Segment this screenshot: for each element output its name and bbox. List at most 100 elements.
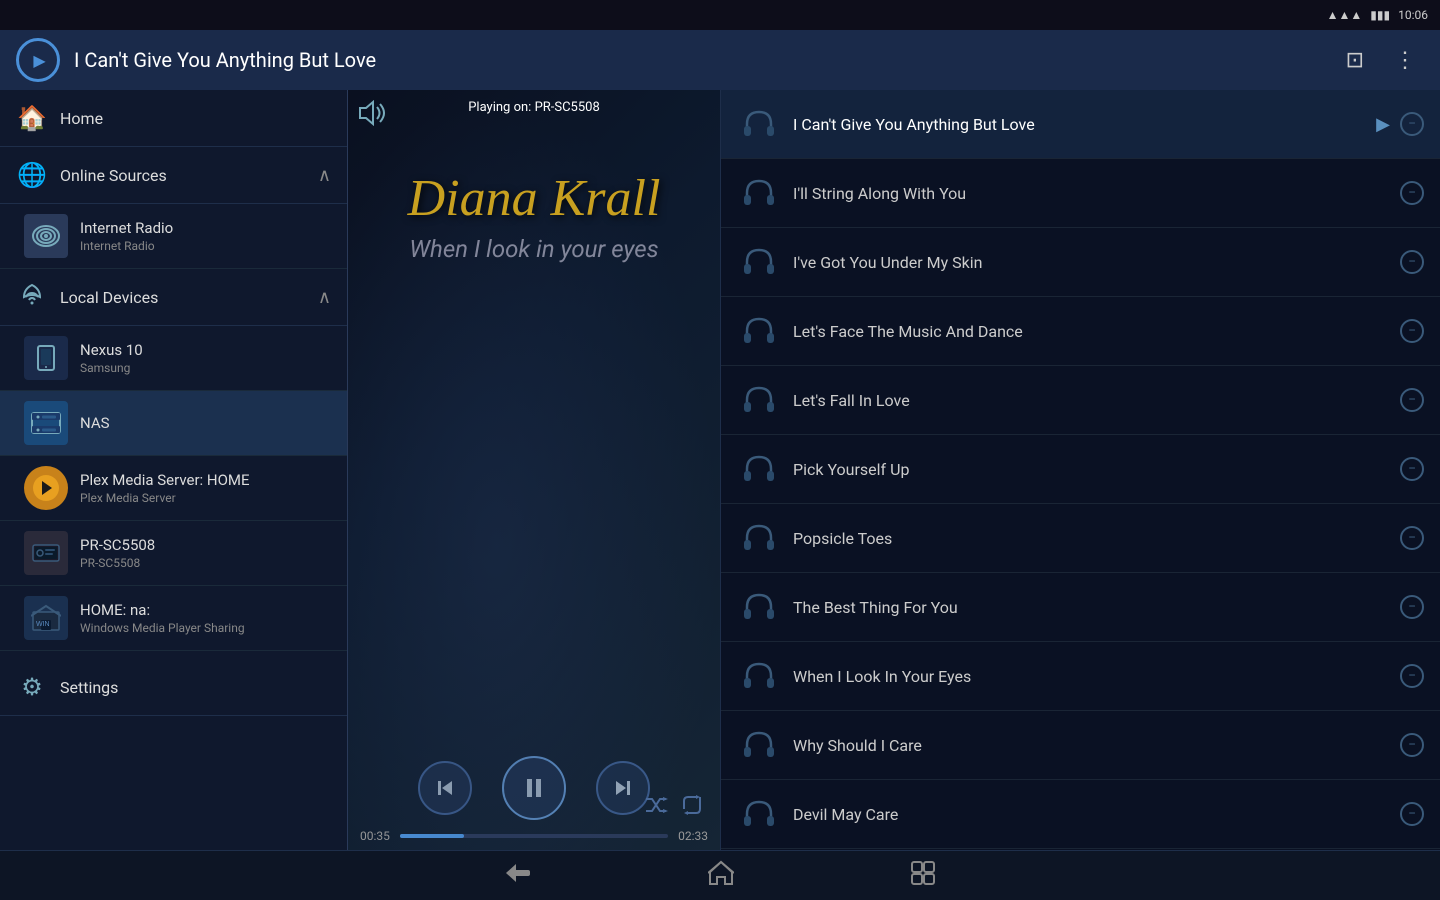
song-item-10[interactable]: Devil May Care− xyxy=(721,780,1440,849)
song-title-7: The Best Thing For You xyxy=(793,598,1388,617)
sidebar-item-nexus10[interactable]: Nexus 10 Samsung xyxy=(0,326,347,391)
song-remove-btn-5[interactable]: − xyxy=(1400,457,1424,481)
headphones-icon-9 xyxy=(737,723,781,767)
song-title-9: Why Should I Care xyxy=(793,736,1388,755)
song-remove-btn-2[interactable]: − xyxy=(1400,250,1424,274)
player-area: Playing on: PR-SC5508 Diana Krall When I… xyxy=(348,90,720,850)
settings-icon: ⚙ xyxy=(16,673,48,701)
headphones-icon-4 xyxy=(737,378,781,422)
song-actions-0: ▶− xyxy=(1376,112,1424,136)
song-remove-btn-6[interactable]: − xyxy=(1400,526,1424,550)
local-devices-chevron: ∧ xyxy=(318,287,331,308)
song-title-3: Let's Face The Music And Dance xyxy=(793,322,1388,341)
headphones-icon-1 xyxy=(737,171,781,215)
song-actions-2: − xyxy=(1400,250,1424,274)
song-remove-btn-7[interactable]: − xyxy=(1400,595,1424,619)
nexus10-icon xyxy=(24,336,68,380)
internet-radio-icon xyxy=(24,214,68,258)
svg-text:WIN: WIN xyxy=(36,621,50,628)
song-title-10: Devil May Care xyxy=(793,805,1388,824)
song-list: I Can't Give You Anything But Love▶− I'l… xyxy=(720,90,1440,850)
sidebar-item-internet-radio[interactable]: Internet Radio Internet Radio xyxy=(0,204,347,269)
song-item-7[interactable]: The Best Thing For You− xyxy=(721,573,1440,642)
plex-text: Plex Media Server: HOME Plex Media Serve… xyxy=(80,471,331,505)
sidebar-item-plex[interactable]: Plex Media Server: HOME Plex Media Serve… xyxy=(0,456,347,521)
headphones-icon-8 xyxy=(737,654,781,698)
prsc5508-icon xyxy=(24,531,68,575)
sidebar-item-settings[interactable]: ⚙ Settings xyxy=(0,659,347,716)
song-remove-btn-3[interactable]: − xyxy=(1400,319,1424,343)
online-sources-label: Online Sources xyxy=(60,166,306,185)
song-item-6[interactable]: Popsicle Toes− xyxy=(721,504,1440,573)
back-button[interactable] xyxy=(496,854,540,898)
song-title-1: I'll String Along With You xyxy=(793,184,1388,203)
main-layout: 🏠 Home 🌐 Online Sources ∧ Internet Radio… xyxy=(0,90,1440,850)
song-item-1[interactable]: I'll String Along With You− xyxy=(721,159,1440,228)
sidebar-item-local-devices[interactable]: Local Devices ∧ xyxy=(0,269,347,326)
status-bar: ▲▲▲ ▮▮▮ 10:06 xyxy=(0,0,1440,30)
song-title-4: Let's Fall In Love xyxy=(793,391,1388,410)
now-playing-title: I Can't Give You Anything But Love xyxy=(74,48,1324,72)
song-item-11[interactable]: Do It Again− xyxy=(721,849,1440,850)
song-actions-3: − xyxy=(1400,319,1424,343)
song-item-2[interactable]: I've Got You Under My Skin− xyxy=(721,228,1440,297)
wifi-icon: ▲▲▲ xyxy=(1327,8,1363,22)
song-item-8[interactable]: When I Look In Your Eyes− xyxy=(721,642,1440,711)
prsc5508-text: PR-SC5508 PR-SC5508 xyxy=(80,536,331,570)
sidebar-item-home[interactable]: 🏠 Home xyxy=(0,90,347,147)
song-actions-8: − xyxy=(1400,664,1424,688)
time-display: 10:06 xyxy=(1398,8,1428,22)
menu-icon[interactable]: ⋮ xyxy=(1386,44,1424,77)
song-item-0[interactable]: I Can't Give You Anything But Love ▶− xyxy=(721,90,1440,159)
plex-icon xyxy=(24,466,68,510)
artist-name: Diana Krall xyxy=(348,170,720,227)
nas-icon xyxy=(24,401,68,445)
recents-button[interactable] xyxy=(902,852,944,900)
song-title-2: I've Got You Under My Skin xyxy=(793,253,1388,272)
song-actions-7: − xyxy=(1400,595,1424,619)
song-remove-btn-8[interactable]: − xyxy=(1400,664,1424,688)
shuffle-icon[interactable] xyxy=(644,795,668,820)
song-actions-1: − xyxy=(1400,181,1424,205)
sidebar-item-home-na[interactable]: WIN HOME: na: Windows Media Player Shari… xyxy=(0,586,347,651)
song-item-5[interactable]: Pick Yourself Up− xyxy=(721,435,1440,504)
sidebar-item-nas[interactable]: NAS xyxy=(0,391,347,456)
headphones-icon-6 xyxy=(737,516,781,560)
song-item-3[interactable]: Let's Face The Music And Dance− xyxy=(721,297,1440,366)
cast-icon[interactable]: ⊡ xyxy=(1338,44,1372,77)
headphones-icon-10 xyxy=(737,792,781,836)
home-nav-button[interactable] xyxy=(700,852,742,900)
song-actions-5: − xyxy=(1400,457,1424,481)
top-bar: I Can't Give You Anything But Love ⊡ ⋮ xyxy=(0,30,1440,90)
song-actions-4: − xyxy=(1400,388,1424,412)
song-remove-btn-0[interactable]: − xyxy=(1400,112,1424,136)
sidebar: 🏠 Home 🌐 Online Sources ∧ Internet Radio… xyxy=(0,90,348,850)
song-play-icon-0[interactable]: ▶ xyxy=(1376,114,1390,135)
song-actions-10: − xyxy=(1400,802,1424,826)
song-remove-btn-4[interactable]: − xyxy=(1400,388,1424,412)
song-actions-9: − xyxy=(1400,733,1424,757)
song-title-0: I Can't Give You Anything But Love xyxy=(793,115,1364,134)
song-title-6: Popsicle Toes xyxy=(793,529,1388,548)
sidebar-item-online-sources[interactable]: 🌐 Online Sources ∧ xyxy=(0,147,347,204)
song-actions-6: − xyxy=(1400,526,1424,550)
play-button-top[interactable] xyxy=(16,38,60,82)
song-remove-btn-9[interactable]: − xyxy=(1400,733,1424,757)
song-remove-btn-10[interactable]: − xyxy=(1400,802,1424,826)
local-devices-label: Local Devices xyxy=(60,288,306,307)
battery-icon: ▮▮▮ xyxy=(1370,8,1390,22)
local-devices-icon xyxy=(16,283,48,311)
album-name: When I look in your eyes xyxy=(348,235,720,263)
song-item-9[interactable]: Why Should I Care− xyxy=(721,711,1440,780)
nexus10-text: Nexus 10 Samsung xyxy=(80,341,331,375)
sidebar-item-prsc5508[interactable]: PR-SC5508 PR-SC5508 xyxy=(0,521,347,586)
headphones-icon-3 xyxy=(737,309,781,353)
headphones-icon-2 xyxy=(737,240,781,284)
home-na-text: HOME: na: Windows Media Player Sharing xyxy=(80,601,331,635)
song-item-4[interactable]: Let's Fall In Love− xyxy=(721,366,1440,435)
song-title-8: When I Look In Your Eyes xyxy=(793,667,1388,686)
bottom-nav xyxy=(0,850,1440,900)
song-remove-btn-1[interactable]: − xyxy=(1400,181,1424,205)
repeat-icon[interactable] xyxy=(680,795,704,820)
headphones-icon-5 xyxy=(737,447,781,491)
